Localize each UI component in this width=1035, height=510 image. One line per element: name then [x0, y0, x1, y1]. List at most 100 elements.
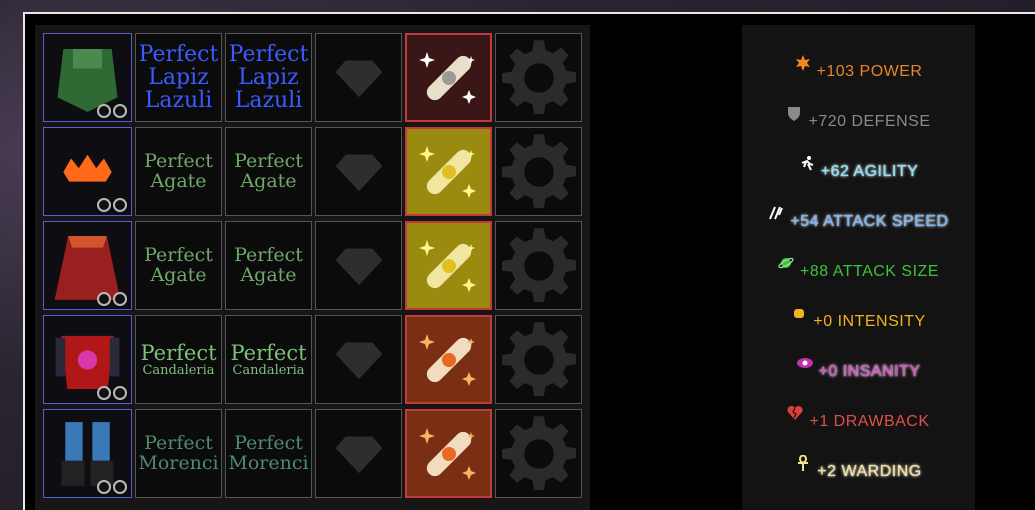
scroll-icon: [418, 427, 476, 480]
gem-slot[interactable]: Perfect Morenci: [225, 409, 312, 498]
socket-dot: [113, 292, 127, 306]
stat-line: +720 DEFENSE: [742, 107, 975, 131]
enchant-slot[interactable]: [495, 315, 582, 404]
item-slot[interactable]: [43, 127, 132, 216]
gem-name: Perfect Candaleria: [140, 342, 216, 378]
gem-slot[interactable]: Perfect Candaleria: [135, 315, 222, 404]
stat-value: +103 POWER: [816, 63, 923, 80]
gem-slot[interactable]: Perfect Agate: [225, 221, 312, 310]
gem-name: Perfect Agate: [144, 243, 213, 286]
socket-dot: [113, 198, 127, 212]
gem-type: Candaleria: [232, 362, 305, 378]
socket-dots: [97, 104, 127, 118]
scroll-slot[interactable]: [405, 127, 492, 216]
power-star-icon: [795, 55, 810, 71]
ankh-icon: [798, 455, 809, 471]
gem-icon: [334, 57, 384, 99]
gem-icon: [334, 245, 384, 287]
empty-gem-slot[interactable]: [315, 127, 402, 216]
equipment-row: Perfect Candaleria Perfect Candaleria: [43, 315, 582, 404]
gem-icon: [334, 339, 384, 381]
stat-line: +88 ATTACK SIZE: [742, 257, 975, 281]
gem-quality: Perfect: [140, 340, 217, 365]
gem-name: Perfect Agate: [234, 243, 303, 286]
stat-value: +62 AGILITY: [820, 163, 919, 180]
scroll-icon: [418, 333, 476, 386]
stat-value: +0 INTENSITY: [813, 313, 926, 330]
gem-name: Perfect Agate: [144, 149, 213, 192]
item-slot[interactable]: [43, 409, 132, 498]
stat-value: +54 ATTACK SPEED: [790, 213, 949, 230]
gem-slot[interactable]: Perfect Agate: [135, 221, 222, 310]
gear-icon: [498, 225, 580, 307]
empty-gem-slot[interactable]: [315, 33, 402, 122]
equipment-row: Perfect Lapiz Lazuli Perfect Lapiz Lazuli: [43, 33, 582, 122]
socket-dot: [113, 480, 127, 494]
gem-slot[interactable]: Perfect Lapiz Lazuli: [225, 33, 312, 122]
running-man-icon: [801, 156, 814, 171]
socket-dot: [113, 386, 127, 400]
gear-icon: [498, 131, 580, 213]
gem-slot[interactable]: Perfect Lapiz Lazuli: [135, 33, 222, 122]
enchant-slot[interactable]: [495, 409, 582, 498]
planet-icon: [778, 257, 794, 269]
equipment-row: Perfect Morenci Perfect Morenci: [43, 409, 582, 498]
gem-type: Candaleria: [142, 362, 215, 378]
gem-slot[interactable]: Perfect Candaleria: [225, 315, 312, 404]
item-slot[interactable]: [43, 221, 132, 310]
gem-slot[interactable]: Perfect Morenci: [135, 409, 222, 498]
gem-name: Perfect Morenci: [228, 431, 309, 474]
socket-dot: [113, 104, 127, 118]
enchant-slot[interactable]: [495, 221, 582, 310]
socket-dots: [97, 386, 127, 400]
empty-gem-slot[interactable]: [315, 409, 402, 498]
item-slot[interactable]: [43, 315, 132, 404]
gem-name: Perfect Candaleria: [230, 342, 306, 378]
scroll-icon: [418, 239, 476, 292]
item-slot[interactable]: [43, 33, 132, 122]
stat-line: +103 POWER: [742, 55, 975, 81]
socket-dot: [97, 198, 111, 212]
gem-quality: Perfect: [230, 340, 307, 365]
scroll-slot[interactable]: [405, 315, 492, 404]
stat-value: +1 DRAWBACK: [809, 413, 930, 430]
empty-gem-slot[interactable]: [315, 315, 402, 404]
gear-icon: [498, 413, 580, 495]
eye-icon: [796, 358, 813, 368]
shield-icon: [788, 107, 801, 121]
gem-name: Perfect Agate: [234, 149, 303, 192]
scroll-icon: [418, 51, 476, 104]
enchant-slot[interactable]: [495, 127, 582, 216]
socket-dots: [97, 292, 127, 306]
equipment-row: Perfect Agate Perfect Agate: [43, 127, 582, 216]
scroll-slot[interactable]: [405, 409, 492, 498]
stat-line: +2 WARDING: [742, 455, 975, 481]
scroll-slot[interactable]: [405, 221, 492, 310]
gear-icon: [498, 319, 580, 401]
stat-value: +88 ATTACK SIZE: [800, 263, 939, 280]
equipment-row: Perfect Agate Perfect Agate: [43, 221, 582, 310]
gem-name: Perfect Lapiz Lazuli: [138, 41, 219, 114]
socket-dot: [97, 386, 111, 400]
stat-line: +54 ATTACK SPEED: [742, 206, 975, 231]
stat-value: +0 INSANITY: [818, 363, 921, 380]
stat-value: +2 WARDING: [817, 463, 922, 480]
gem-slot[interactable]: Perfect Agate: [225, 127, 312, 216]
empty-gem-slot[interactable]: [315, 221, 402, 310]
stat-line: +1 DRAWBACK: [742, 405, 975, 431]
scroll-slot[interactable]: [405, 33, 492, 122]
gem-slot[interactable]: Perfect Agate: [135, 127, 222, 216]
socket-dot: [97, 292, 111, 306]
socket-dots: [97, 480, 127, 494]
enchant-slot[interactable]: [495, 33, 582, 122]
scroll-icon: [418, 145, 476, 198]
fist-icon: [794, 309, 805, 318]
gem-name: Perfect Lapiz Lazuli: [228, 41, 309, 114]
gem-icon: [334, 433, 384, 475]
stats-panel: +103 POWER +720 DEFENSE +62 AGILITY +54 ATT…: [742, 25, 975, 510]
stat-line: +0 INTENSITY: [742, 309, 975, 331]
gem-name: Perfect Morenci: [138, 431, 219, 474]
broken-heart-icon: [787, 405, 803, 420]
stat-line: +62 AGILITY: [742, 156, 975, 181]
stat-value: +720 DEFENSE: [808, 113, 931, 130]
